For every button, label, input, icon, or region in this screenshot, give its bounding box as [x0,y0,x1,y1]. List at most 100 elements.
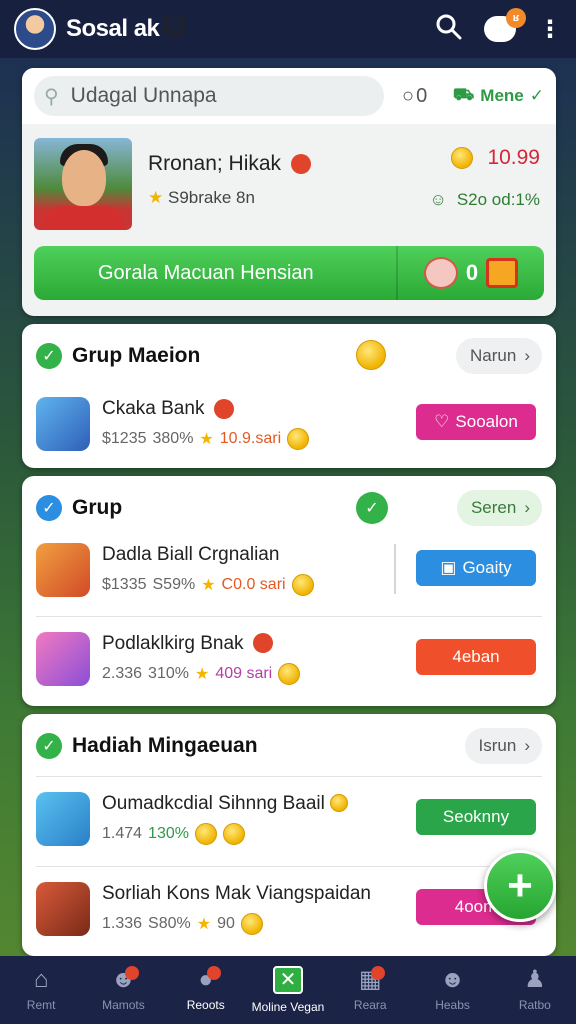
game-icon [36,631,90,686]
home-icon: ⌂ [33,966,49,993]
coin-icon [278,662,301,685]
nav-item-store[interactable]: ▦ Reara [329,956,411,1024]
star-icon: ★ [194,665,210,683]
section-more-button[interactable]: Narun › [456,338,542,374]
item-percent: S80% [148,914,191,932]
menu-button[interactable]: ⛟ Mene ✓ [453,85,544,107]
item-price: 1.336 [102,914,143,932]
hot-badge-icon [213,398,234,419]
action-label: Goaity [462,558,512,577]
verified-icon: ✓ [356,492,388,524]
item-name: Oumadkcdial Sihnng Baail [102,792,325,814]
item-action-button[interactable]: Seoknny [416,799,536,835]
game-icon [36,543,90,597]
piggy-icon [423,257,458,289]
coin-icon [356,340,386,370]
search-icon[interactable] [436,14,462,45]
action-label: 4eban [452,647,500,666]
item-percent: 130% [148,824,189,842]
item-percent: 380% [152,430,194,447]
section-header: ✓ Grup Maeion Narun › [22,324,556,388]
list-item[interactable]: Ckaka Bank $1235 380% ★ 10.9.sari ♡ Sooa… [36,382,542,466]
star-icon: ★ [201,577,216,594]
cart-icon: ⛟ [452,85,475,104]
cta-count: 0 [465,260,479,285]
profile-icon: ♟ [524,966,546,993]
nav-item-home[interactable]: ⌂ Remt [0,956,82,1024]
chevron-down-icon: ✓ [529,86,544,105]
nav-label: Ratbo [518,998,551,1012]
item-action-button[interactable]: 4eban [416,639,536,675]
profile-name-row: Rronan; Hikak [148,152,311,176]
item-percent: 310% [148,664,189,682]
avatar[interactable] [14,8,56,50]
more-options-icon[interactable]: ⋮ [538,15,562,44]
coin-icon [287,428,310,450]
nav-item-profile[interactable]: ♟ Ratbo [494,956,576,1024]
item-stars: 90 [217,914,235,932]
main-cta-button[interactable]: Gorala Macuan Hensian 0 [34,246,544,300]
search-icon: ⚲ [44,85,59,108]
stat-value: S2o od:1% [456,190,540,209]
item-stars: 409 sari [215,664,273,682]
list-item[interactable]: Oumadkcdial Sihnng Baail 1.474 130% Seok… [36,776,542,860]
action-label: Seoknny [442,807,510,826]
section-more-button[interactable]: Seren › [456,490,542,526]
nav-item-games[interactable]: ☻ Mamots [82,956,164,1024]
item-action-button[interactable]: ♡ Sooalon [416,404,536,440]
chevron-right-icon: › [524,736,530,755]
coin-balance: 10.99 [451,146,540,170]
smiley-icon: ☺ [429,190,447,209]
list-item[interactable]: Sorliah Kons Mak Viangspaidan 1.336 S80%… [36,866,542,950]
list-item[interactable]: Dadla Biall Crgnalian $1335 S59% ★ C0.0 … [36,528,542,612]
search-input[interactable]: ⚲ Udagal Unnapa [34,76,384,116]
profile-subtitle-row: ★ S9brake 8n [148,188,255,208]
cta-label: Gorala Macuan Hensian [98,261,314,284]
item-percent: S59% [152,576,196,593]
chevron-right-icon: › [524,498,530,517]
nav-label: Heabs [435,998,470,1012]
list-item[interactable]: Podlaklkirg Bnak 2.336 310% ★ 409 sari 4… [36,616,542,700]
pill-label: Narun [470,346,517,365]
top-app-bar: Sosal ak 🐱 ʁ ⋮ [0,0,576,58]
game-icon [36,397,90,451]
nav-item-active[interactable]: ✕ Moline Vegan [247,956,329,1024]
coin-icon [330,794,349,813]
section-title: Grup Maeion [72,344,201,367]
item-stars: 10.9.sari [219,430,282,447]
item-name: Dadla Biall Crgnalian [102,544,280,565]
level-badge-icon [290,154,311,175]
profile-name: Rronan; Hikak [148,152,282,175]
section-grup: ✓ Grup ✓ Seren › Dadla Biall Crgnalian $… [22,476,556,706]
profile-photo[interactable] [34,138,132,230]
check-icon: ✓ [36,343,62,369]
coin-icon [222,822,245,845]
item-action-button[interactable]: ▣ Goaity [416,550,536,586]
section-more-button[interactable]: Isrun › [464,728,542,764]
item-price: $1235 [102,430,147,447]
star-icon: ★ [196,915,212,933]
gift-icon [486,258,519,288]
item-price: $1335 [102,576,147,593]
plus-icon: + [507,861,533,910]
star-icon: ★ [199,431,214,448]
add-fab-button[interactable]: + [484,850,556,922]
coin-icon [451,147,474,169]
chat-notification-button[interactable]: ʁ [484,8,526,42]
section-header: ✓ Hadiah Mingaeuan Isrun › [22,714,556,778]
nav-label: Mamots [102,998,145,1012]
nav-label: Reoots [186,998,225,1012]
cat-emoji-icon: 🐱 [161,15,187,43]
nav-item-chat[interactable]: ● Reoots [165,956,247,1024]
game-icon [36,881,90,936]
photo-face [62,150,106,206]
nav-item-heart[interactable]: ☻ Heabs [411,956,493,1024]
divider [394,544,396,594]
view-toggle[interactable]: ○0 [402,85,429,108]
nav-label: Remt [26,998,56,1012]
hot-badge-icon [252,633,273,654]
check-icon: ✓ [36,733,62,759]
profile-card: ⚲ Udagal Unnapa ○0 ⛟ Mene ✓ Rronan; Hika… [22,68,556,316]
heart-icon: ☻ [439,966,466,993]
coin-icon [291,574,314,596]
